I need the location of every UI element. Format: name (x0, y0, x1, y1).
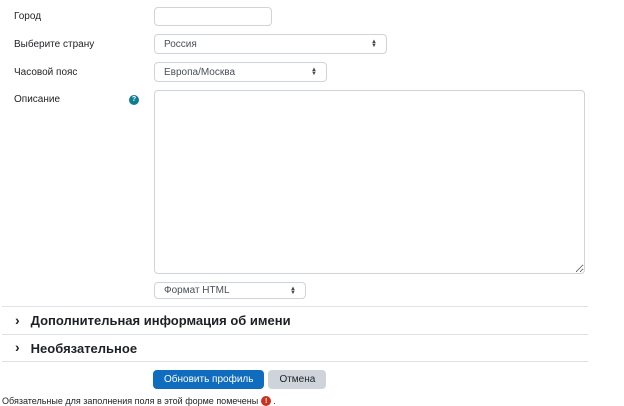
required-icon: ! (261, 396, 271, 406)
format-row: Формат HTML ▲▼ (0, 282, 624, 299)
section-title: Дополнительная информация об имени (31, 313, 291, 328)
timezone-select[interactable]: Европа/Москва ▲▼ (154, 62, 327, 82)
section-additional-name-info[interactable]: › Дополнительная информация об имени (2, 306, 588, 334)
timezone-label: Часовой пояс (14, 67, 77, 78)
timezone-row: Часовой пояс Европа/Москва ▲▼ (0, 62, 624, 82)
city-input[interactable] (154, 7, 272, 26)
city-label: Город (14, 11, 41, 22)
update-profile-button[interactable]: Обновить профиль (153, 370, 264, 389)
profile-edit-form: Город Выберите страну Россия ▲▼ Часовой … (0, 0, 624, 406)
country-select[interactable]: Россия ▲▼ (154, 34, 387, 54)
description-label: Описание (14, 94, 60, 105)
collapsible-sections: › Дополнительная информация об имени › Н… (0, 306, 624, 362)
required-note-text: Обязательные для заполнения поля в этой … (2, 396, 258, 406)
description-textarea[interactable] (154, 90, 585, 274)
section-title: Необязательное (31, 341, 137, 356)
select-stepper-icon: ▲▼ (290, 287, 296, 295)
required-fields-note: Обязательные для заполнения поля в этой … (0, 396, 624, 406)
timezone-select-value: Европа/Москва (164, 67, 235, 78)
required-note-suffix: . (273, 396, 276, 406)
form-actions: Обновить профиль Отмена (0, 370, 624, 389)
format-select-value: Формат HTML (164, 285, 230, 296)
help-icon[interactable]: ? (129, 95, 139, 105)
country-label: Выберите страну (14, 39, 94, 50)
cancel-button[interactable]: Отмена (268, 370, 326, 389)
select-stepper-icon: ▲▼ (371, 40, 377, 48)
section-optional[interactable]: › Необязательное (2, 334, 588, 362)
country-row: Выберите страну Россия ▲▼ (0, 34, 624, 54)
format-select[interactable]: Формат HTML ▲▼ (154, 282, 306, 299)
city-row: Город (0, 7, 624, 26)
chevron-right-icon: › (15, 340, 20, 356)
chevron-right-icon: › (15, 313, 20, 329)
country-select-value: Россия (164, 39, 197, 50)
select-stepper-icon: ▲▼ (311, 68, 317, 76)
description-row: Описание ? (0, 90, 624, 274)
